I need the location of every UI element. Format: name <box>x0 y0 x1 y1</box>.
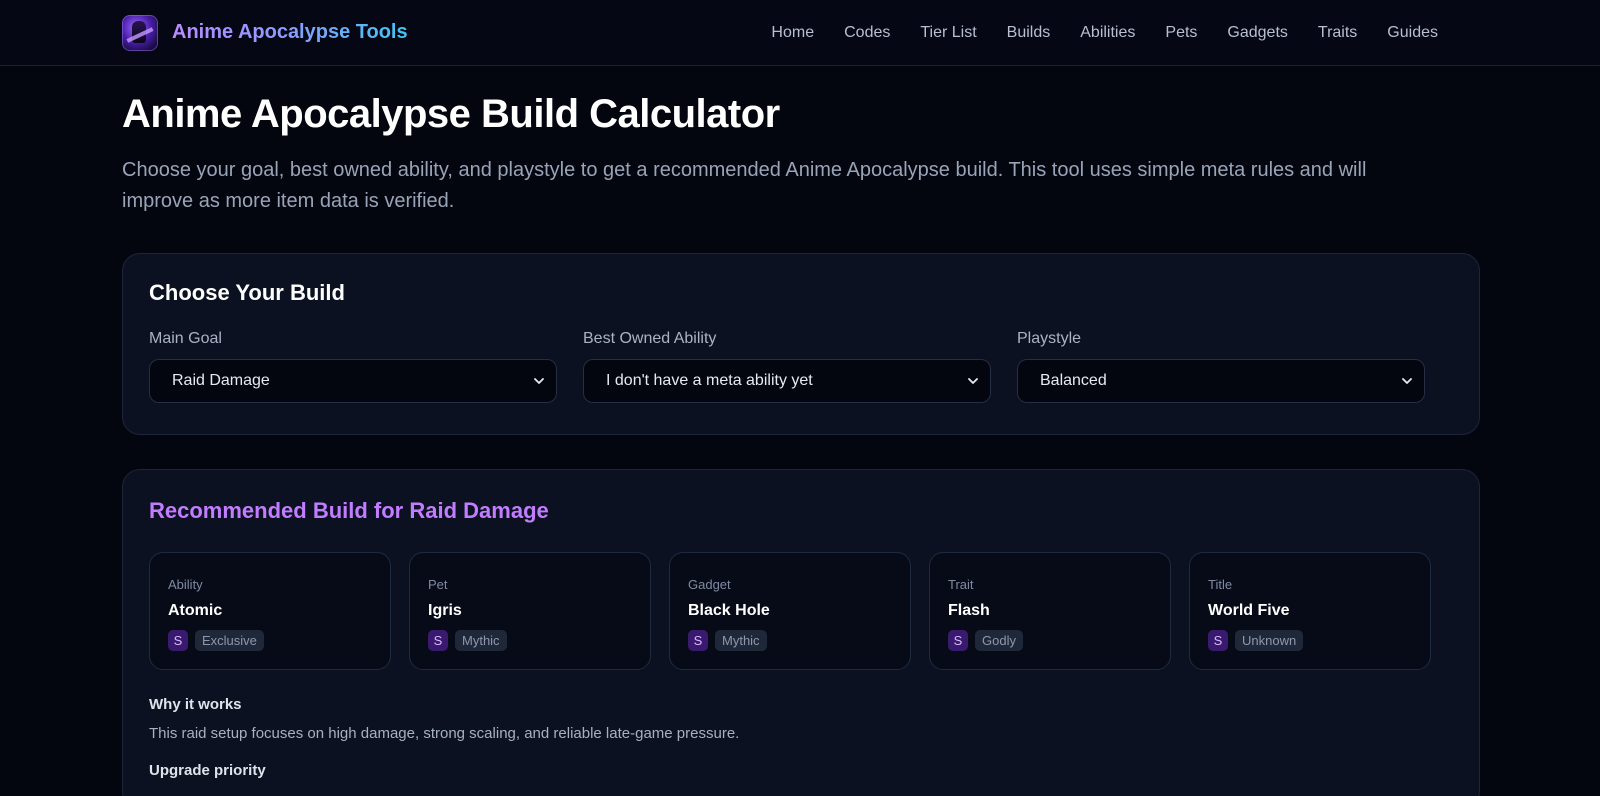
anime-character-logo-icon <box>122 14 158 51</box>
card-kind: Ability <box>168 577 203 592</box>
recommended-build-title: Recommended Build for Raid Damage <box>149 498 549 523</box>
rarity-badge: Exclusive <box>195 630 264 651</box>
playstyle-select[interactable]: Balanced <box>1017 359 1425 403</box>
nav-abilities[interactable]: Abilities <box>1080 24 1135 42</box>
tier-badge: S <box>168 630 188 651</box>
card-kind: Pet <box>428 577 448 592</box>
build-card-title: Title World Five S Unknown <box>1189 552 1431 670</box>
nav-guides[interactable]: Guides <box>1387 24 1438 42</box>
nav-pets[interactable]: Pets <box>1165 24 1197 42</box>
build-card-gadget: Gadget Black Hole S Mythic <box>669 552 911 670</box>
page-title: Anime Apocalypse Build Calculator <box>122 92 780 136</box>
rarity-badge: Unknown <box>1235 630 1304 651</box>
chevron-down-icon <box>534 378 544 384</box>
tier-badge: S <box>1208 630 1228 651</box>
why-it-works-text: This raid setup focuses on high damage, … <box>149 725 740 742</box>
recommended-build-panel: Recommended Build for Raid Damage Abilit… <box>122 469 1480 796</box>
main-nav: Home Codes Tier List Builds Abilities Pe… <box>771 0 1438 66</box>
build-card-pet: Pet Igris S Mythic <box>409 552 651 670</box>
card-name: Flash <box>948 602 990 619</box>
playstyle-field: Playstyle Balanced <box>1017 330 1425 403</box>
main-goal-label: Main Goal <box>149 330 222 347</box>
why-it-works-heading: Why it works <box>149 696 242 713</box>
card-tags: S Mythic <box>428 630 632 651</box>
rarity-badge: Godly <box>975 630 1023 651</box>
chevron-down-icon <box>968 378 978 384</box>
card-name: Black Hole <box>688 602 770 619</box>
tier-badge: S <box>428 630 448 651</box>
build-card-trait: Trait Flash S Godly <box>929 552 1171 670</box>
card-tags: S Godly <box>948 630 1152 651</box>
brand-name: Anime Apocalypse Tools <box>172 21 408 43</box>
nav-tier-list[interactable]: Tier List <box>920 24 976 42</box>
best-ability-field: Best Owned Ability I don't have a meta a… <box>583 330 991 403</box>
main-goal-value: Raid Damage <box>172 372 270 389</box>
card-tags: S Exclusive <box>168 630 372 651</box>
card-kind: Trait <box>948 577 974 592</box>
nav-builds[interactable]: Builds <box>1007 24 1051 42</box>
nav-codes[interactable]: Codes <box>844 24 890 42</box>
brand[interactable]: Anime Apocalypse Tools <box>122 14 408 51</box>
playstyle-label: Playstyle <box>1017 330 1082 347</box>
build-card-ability: Ability Atomic S Exclusive <box>149 552 391 670</box>
top-navbar: Anime Apocalypse Tools Home Codes Tier L… <box>0 0 1600 66</box>
nav-home[interactable]: Home <box>771 24 814 42</box>
best-ability-select[interactable]: I don't have a meta ability yet <box>583 359 991 403</box>
card-tags: S Unknown <box>1208 630 1412 651</box>
card-name: Igris <box>428 602 462 619</box>
chevron-down-icon <box>1402 378 1412 384</box>
build-cards: Ability Atomic S Exclusive Pet Igris S M… <box>149 552 1453 670</box>
card-kind: Title <box>1208 577 1233 592</box>
card-kind: Gadget <box>688 577 731 592</box>
choose-build-title: Choose Your Build <box>149 280 345 305</box>
card-tags: S Mythic <box>688 630 892 651</box>
build-fields: Main Goal Raid Damage Best Owned Ability… <box>149 330 1453 403</box>
rarity-badge: Mythic <box>715 630 767 651</box>
best-ability-label: Best Owned Ability <box>583 330 717 347</box>
main-goal-field: Main Goal Raid Damage <box>149 330 557 403</box>
nav-gadgets[interactable]: Gadgets <box>1227 24 1287 42</box>
playstyle-value: Balanced <box>1040 372 1107 389</box>
upgrade-priority-heading: Upgrade priority <box>149 762 266 779</box>
rarity-badge: Mythic <box>455 630 507 651</box>
choose-build-panel: Choose Your Build Main Goal Raid Damage … <box>122 253 1480 435</box>
tier-badge: S <box>688 630 708 651</box>
card-name: World Five <box>1208 602 1290 619</box>
main-content: Anime Apocalypse Build Calculator Choose… <box>0 92 1600 796</box>
tier-badge: S <box>948 630 968 651</box>
page-intro: Choose your goal, best owned ability, an… <box>122 159 1367 212</box>
nav-traits[interactable]: Traits <box>1318 24 1357 42</box>
card-name: Atomic <box>168 602 223 619</box>
main-goal-select[interactable]: Raid Damage <box>149 359 557 403</box>
best-ability-value: I don't have a meta ability yet <box>606 372 813 389</box>
